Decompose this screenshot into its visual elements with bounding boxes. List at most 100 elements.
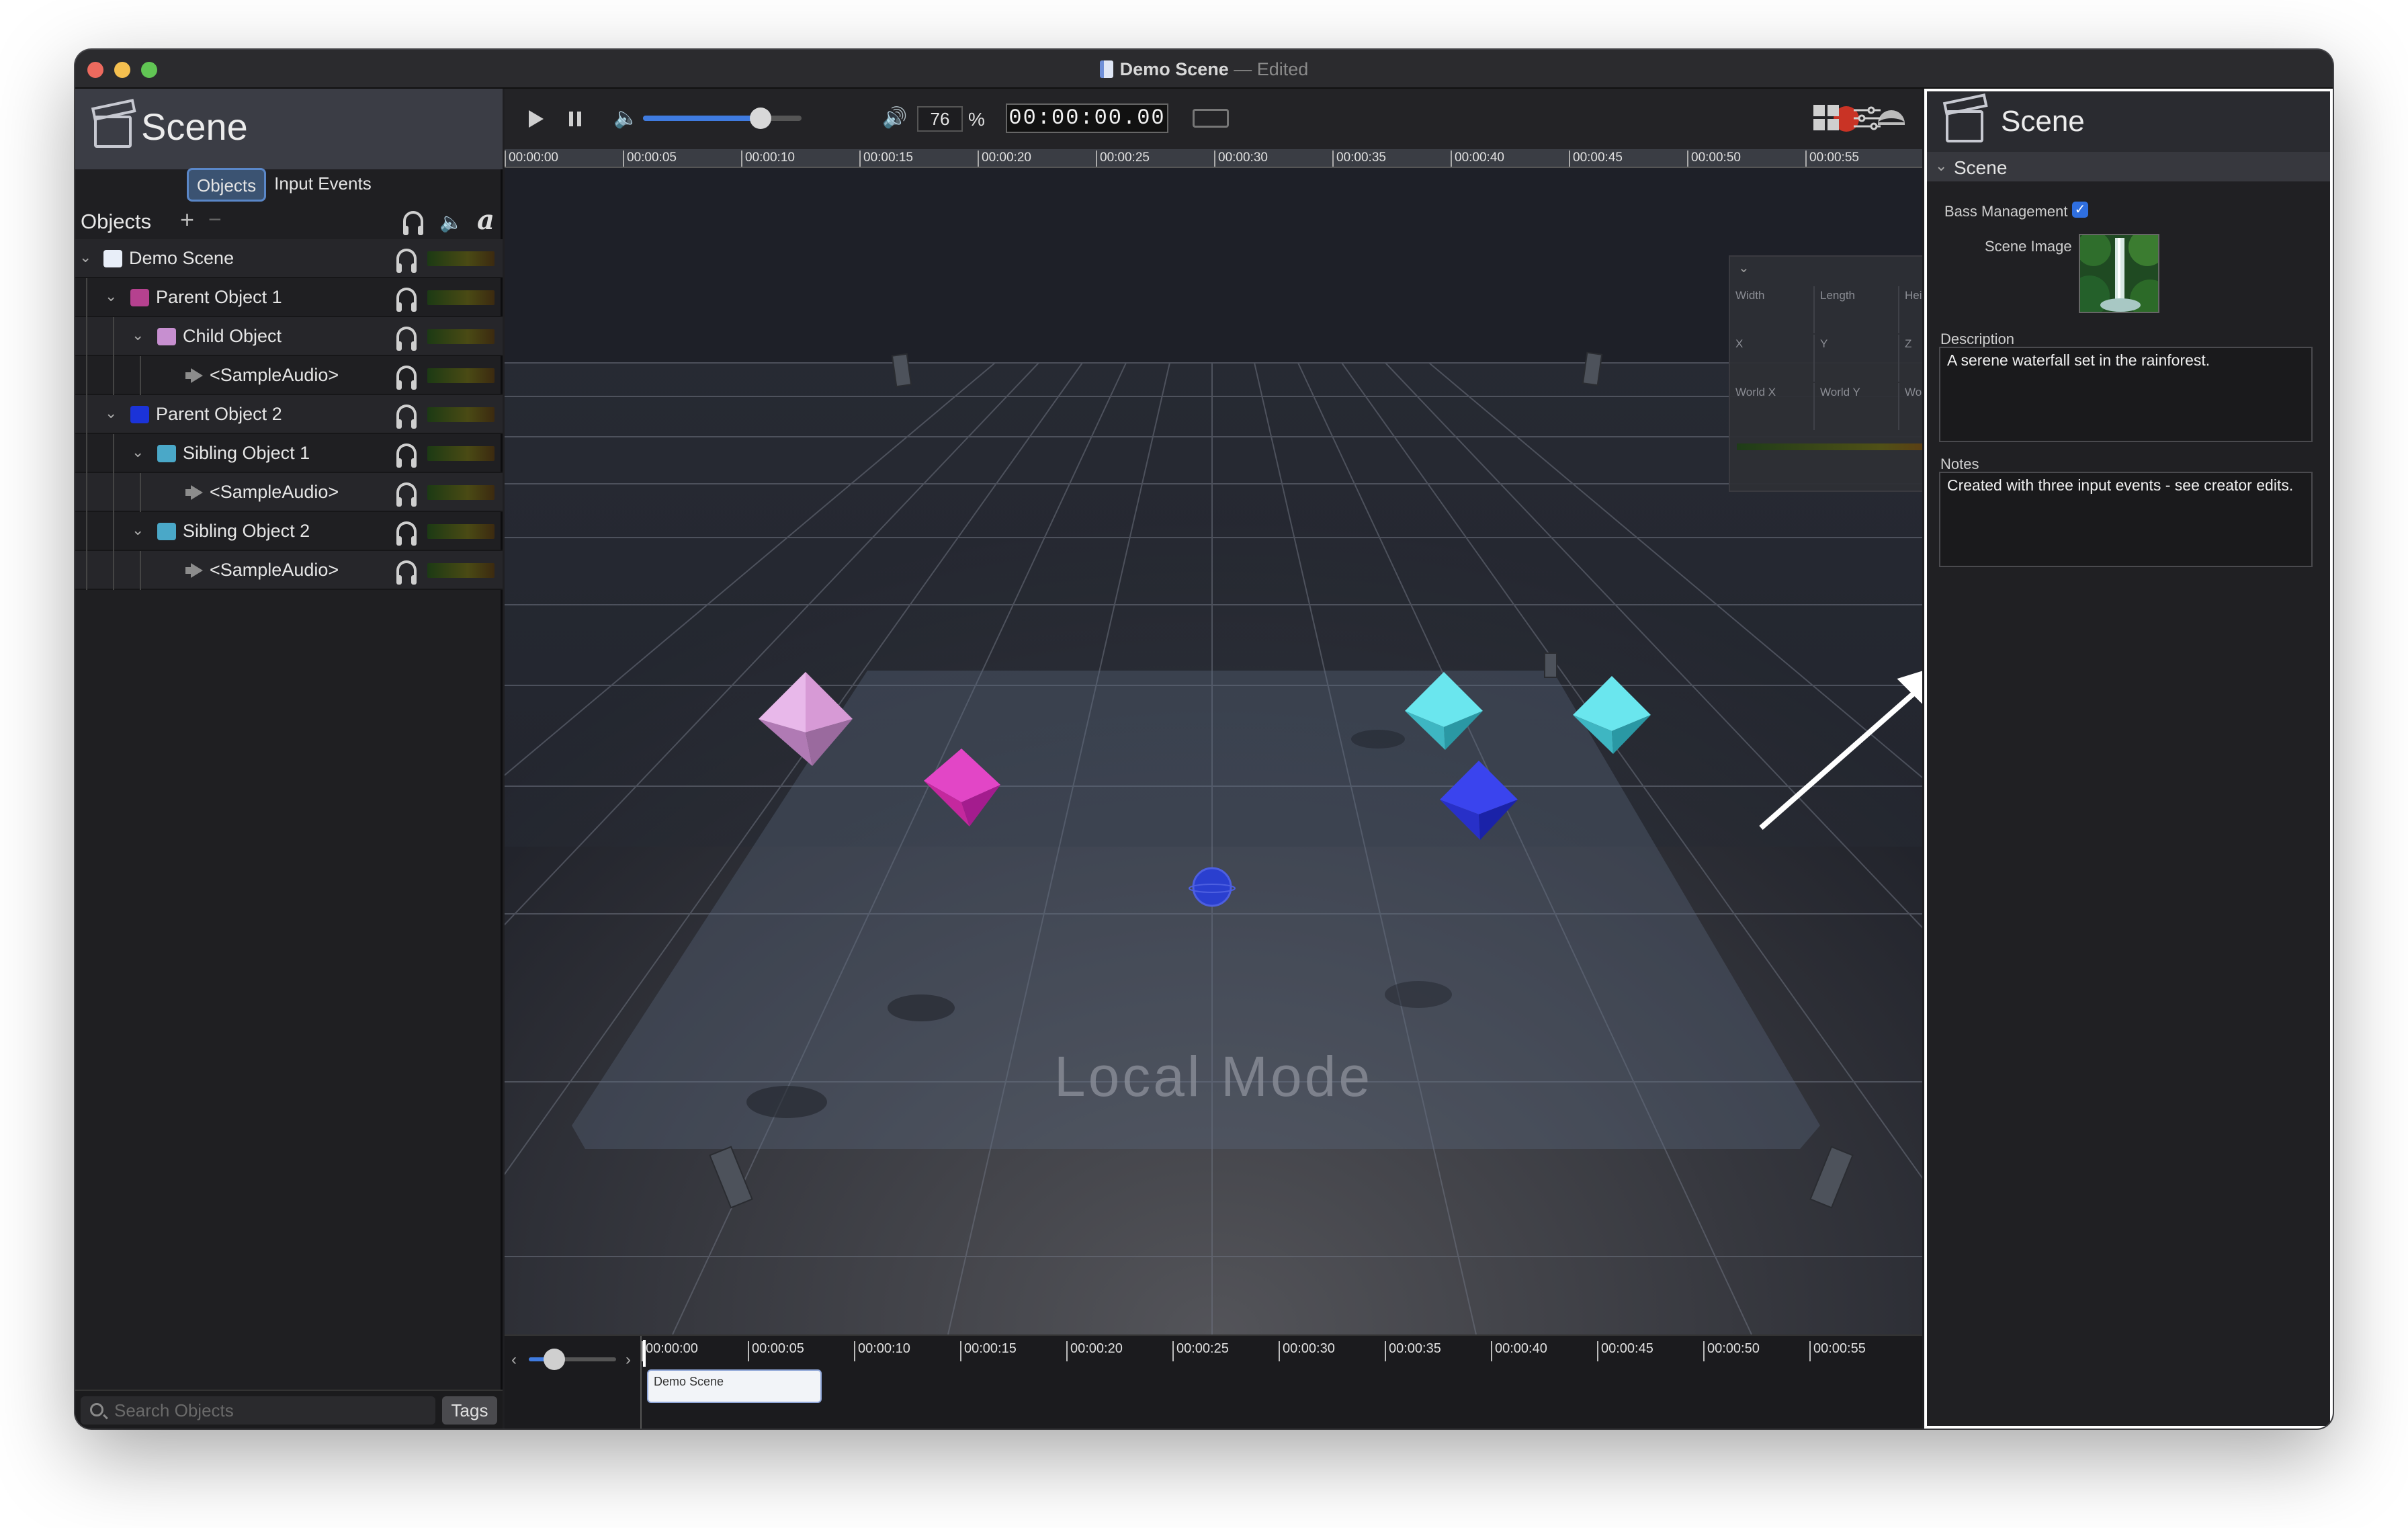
volume-slider-knob[interactable] (749, 108, 771, 129)
volume-high-icon: 🔊 (882, 107, 908, 129)
tab-input-events[interactable]: Input Events (266, 168, 380, 202)
headphones-icon[interactable] (396, 249, 417, 273)
tree-guide (86, 473, 87, 512)
tree-item-label: Sibling Object 1 (183, 443, 310, 463)
tree-guide (140, 551, 141, 590)
tree-guide (86, 395, 87, 434)
chevron-down-icon[interactable]: ⌄ (1738, 259, 1750, 276)
headphones-icon[interactable] (396, 560, 417, 585)
timeline-tick: 00:00:40 (1491, 1341, 1547, 1361)
ruler-tick: 00:00:45 (1569, 151, 1623, 167)
chevron-down-icon[interactable]: ⌄ (1935, 157, 1947, 175)
time-ruler[interactable]: 00:00:00 00:00:05 00:00:10 00:00:15 00:0… (505, 149, 1922, 168)
tree-guide (86, 356, 87, 395)
timeline-clip[interactable]: Demo Scene (647, 1369, 822, 1403)
timeline-tick: 00:00:55 (1809, 1341, 1866, 1361)
3d-viewport[interactable]: Local Mode ⌄ ✕ Width Length Height X Y Z… (505, 168, 1922, 1334)
chevron-down-icon[interactable]: ⌄ (132, 327, 144, 344)
document-icon (1099, 60, 1113, 78)
level-meter (427, 485, 494, 500)
world-y-field[interactable]: World Y (1815, 383, 1899, 430)
timeline-tick: 00:00:10 (854, 1341, 910, 1361)
bass-management-checkbox[interactable]: ✓ (2072, 202, 2088, 218)
tree-item-label: Demo Scene (129, 248, 234, 268)
level-meter (427, 524, 494, 539)
tree-row[interactable]: ⌄ Parent Object 2 (75, 395, 503, 434)
tree-row[interactable]: ⌄ Sibling Object 2 (75, 512, 503, 551)
chevron-down-icon[interactable]: ⌄ (132, 521, 144, 539)
timeline-zoom-slider[interactable] (529, 1349, 616, 1370)
tree-guide (113, 317, 114, 356)
tree-row[interactable]: ⌄ Child Object (75, 317, 503, 356)
chevron-right-icon[interactable]: › (626, 1351, 631, 1369)
tree-item-label: <SampleAudio> (210, 482, 339, 502)
headphones-icon[interactable] (396, 443, 417, 468)
alpha-icon[interactable]: a (477, 204, 494, 236)
record-button[interactable] (1834, 106, 1859, 132)
timeline-zoom-knob[interactable] (544, 1349, 565, 1370)
x-field[interactable]: X (1730, 335, 1815, 382)
loop-icon[interactable] (1193, 109, 1229, 128)
tree-row[interactable]: ⌄ Demo Scene (75, 239, 503, 278)
height-field[interactable]: Height (1899, 286, 1922, 333)
ruler-tick: 00:00:00 (505, 151, 558, 167)
tags-button[interactable]: Tags (442, 1396, 497, 1425)
scene-section-header[interactable]: ⌄ Scene (1927, 152, 2330, 181)
headphones-icon[interactable] (396, 327, 417, 351)
description-field[interactable]: A serene waterfall set in the rainforest… (1939, 347, 2313, 442)
ruler-tick: 00:00:05 (623, 151, 677, 167)
scene-image-thumbnail[interactable] (2079, 234, 2159, 313)
tree-row[interactable]: ⌄ Parent Object 1 (75, 278, 503, 317)
chevron-down-icon[interactable]: ⌄ (105, 288, 117, 305)
headphones-icon[interactable] (403, 211, 423, 235)
remove-object-button[interactable]: − (208, 207, 222, 233)
headphones-icon[interactable] (396, 521, 417, 546)
pause-button[interactable] (569, 112, 581, 126)
world-x-field[interactable]: World X (1730, 383, 1815, 430)
chevron-down-icon[interactable]: ⌄ (132, 443, 144, 461)
timeline-tick: 00:00:35 (1385, 1341, 1441, 1361)
width-field[interactable]: Width (1730, 286, 1815, 333)
timeline-tick: 00:00:50 (1703, 1341, 1760, 1361)
level-meter (427, 251, 494, 266)
tree-guide (113, 356, 114, 395)
chevron-down-icon[interactable]: ⌄ (105, 405, 117, 422)
scene-image-label: Scene Image (1985, 238, 2072, 255)
tree-row[interactable]: <SampleAudio> (75, 551, 503, 590)
tree-row[interactable]: ⌄ Sibling Object 1 (75, 434, 503, 473)
zoom-percent-field[interactable]: 76 (917, 106, 963, 132)
timeline-tick: 00:00:25 (1172, 1341, 1229, 1361)
zoom-percent-unit: % (968, 109, 985, 130)
timeline-tick: 00:00:30 (1279, 1341, 1335, 1361)
search-icon (90, 1403, 103, 1416)
play-button[interactable] (529, 110, 544, 128)
headphones-icon[interactable] (396, 405, 417, 429)
add-object-button[interactable]: + (180, 206, 194, 234)
world-z-field[interactable]: World Z (1899, 383, 1922, 430)
scene-render (505, 168, 1922, 1334)
speaker-layout-icon[interactable] (1878, 110, 1905, 125)
headphones-icon[interactable] (396, 288, 417, 312)
speaker-icon[interactable]: 🔈 (439, 211, 463, 233)
headphones-icon[interactable] (396, 482, 417, 507)
timeline-ruler[interactable]: 00:00:00 00:00:05 00:00:10 00:00:15 00:0… (642, 1336, 1918, 1361)
tree-row[interactable]: <SampleAudio> (75, 356, 503, 395)
z-field[interactable]: Z (1899, 335, 1922, 382)
notes-field[interactable]: Created with three input events - see cr… (1939, 472, 2313, 567)
tree-guide (113, 434, 114, 473)
timeline: ‹ › 00:00:00 00:00:05 00:00:10 00:00:15 … (505, 1334, 1922, 1429)
timeline-tick: 00:00:05 (748, 1341, 804, 1361)
search-input[interactable] (114, 1400, 423, 1420)
chevron-down-icon[interactable]: ⌄ (79, 249, 91, 266)
volume-slider[interactable] (643, 108, 802, 129)
color-swatch-icon (157, 328, 176, 345)
tree-row[interactable]: <SampleAudio> (75, 473, 503, 512)
playhead[interactable] (643, 1340, 646, 1367)
sidebar-tabs: Objects Input Events (187, 168, 380, 202)
tab-objects[interactable]: Objects (187, 168, 267, 202)
tree-item-label: Child Object (183, 326, 282, 346)
chevron-left-icon[interactable]: ‹ (511, 1351, 517, 1369)
headphones-icon[interactable] (396, 366, 417, 390)
length-field[interactable]: Length (1815, 286, 1899, 333)
y-field[interactable]: Y (1815, 335, 1899, 382)
